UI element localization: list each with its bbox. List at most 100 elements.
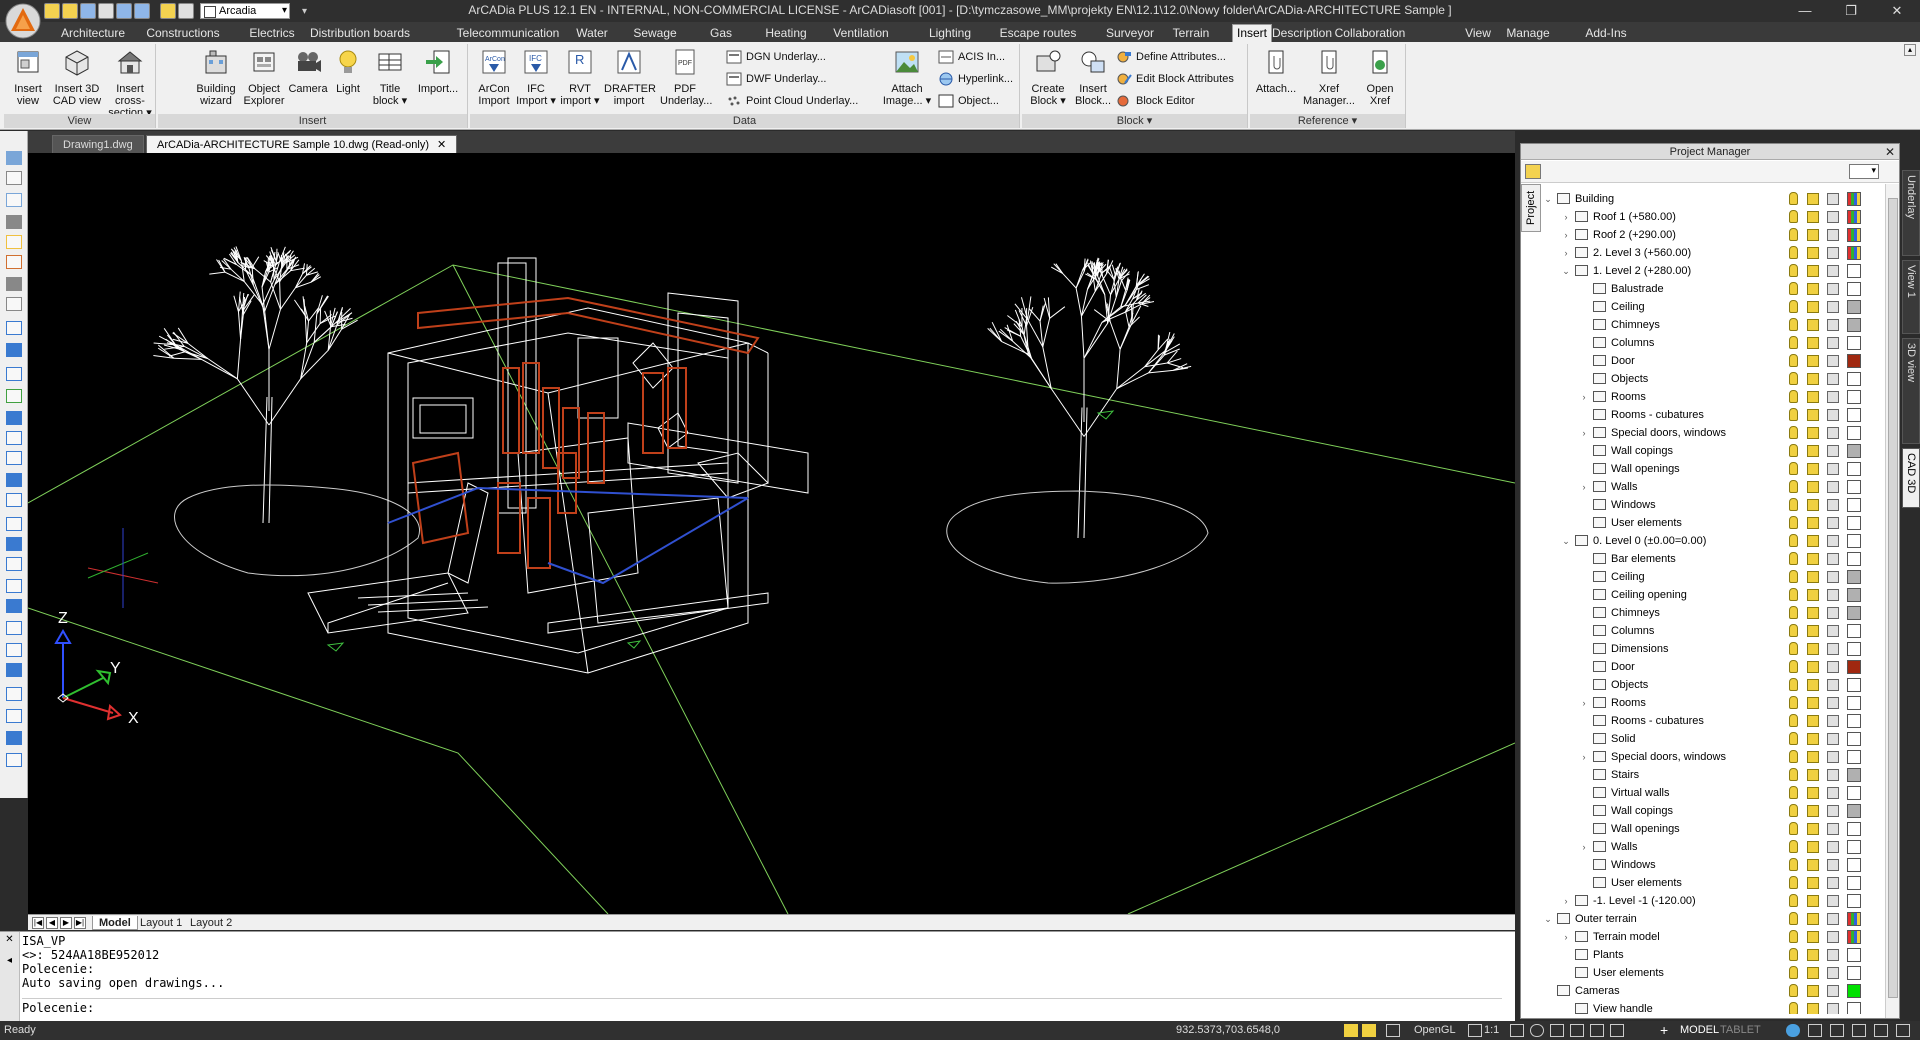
- lock-icon[interactable]: [1807, 823, 1819, 835]
- print-icon[interactable]: [1827, 841, 1839, 853]
- tab-sewage[interactable]: Sewage: [629, 25, 681, 42]
- insert-block-button[interactable]: Insert Block...: [1072, 48, 1114, 107]
- expand-toggle-icon[interactable]: ›: [1579, 748, 1589, 766]
- print-icon[interactable]: [1827, 823, 1839, 835]
- visibility-bulb-icon[interactable]: [1789, 750, 1798, 763]
- lock-icon[interactable]: [1807, 607, 1819, 619]
- expand-toggle-icon[interactable]: ⌄: [1561, 262, 1571, 280]
- layer-icon[interactable]: [178, 3, 194, 19]
- visibility-bulb-icon[interactable]: [1789, 480, 1798, 493]
- side-tab-cad-3d[interactable]: CAD 3D: [1902, 448, 1920, 508]
- color-swatch[interactable]: [1847, 192, 1861, 206]
- lock-icon[interactable]: [1807, 769, 1819, 781]
- tree-item[interactable]: Chimneys: [1543, 604, 1873, 622]
- visibility-bulb-icon[interactable]: [1789, 444, 1798, 457]
- print-icon[interactable]: [1827, 607, 1839, 619]
- fullscreen-icon[interactable]: [1874, 1024, 1888, 1037]
- insert-view-button[interactable]: Insert view: [8, 48, 48, 107]
- close-icon[interactable]: ✕: [1874, 0, 1920, 22]
- print-icon[interactable]: [1827, 769, 1839, 781]
- workspace-select[interactable]: Arcadia: [200, 3, 290, 19]
- tree-item[interactable]: › Roof 2 (+290.00): [1543, 226, 1873, 244]
- tab-heating[interactable]: Heating: [755, 25, 817, 42]
- open-xref-button[interactable]: Open Xref: [1360, 48, 1400, 107]
- lock-icon[interactable]: [1807, 661, 1819, 673]
- expand-toggle-icon[interactable]: ›: [1579, 478, 1589, 496]
- define-attributes-button[interactable]: Define Attributes...: [1116, 48, 1226, 66]
- print-icon[interactable]: [1827, 985, 1839, 997]
- lock-icon[interactable]: [1807, 895, 1819, 907]
- lock-icon[interactable]: [1807, 751, 1819, 763]
- visibility-bulb-icon[interactable]: [1789, 498, 1798, 511]
- command-line-handle[interactable]: ✕ ◂: [0, 932, 20, 1022]
- tree-item[interactable]: Rooms - cubatures: [1543, 712, 1873, 730]
- create-block-button[interactable]: Create Block ▾: [1028, 48, 1068, 107]
- color-swatch[interactable]: [1847, 876, 1861, 890]
- building-wizard-button[interactable]: Building wizard: [194, 48, 238, 107]
- extend-icon[interactable]: [6, 753, 22, 767]
- tree-item[interactable]: Door: [1543, 658, 1873, 676]
- restore-icon[interactable]: ❐: [1828, 0, 1874, 22]
- color-swatch[interactable]: [1847, 930, 1861, 944]
- snap-icon[interactable]: [1344, 1024, 1358, 1037]
- tree-item[interactable]: Ceiling opening: [1543, 586, 1873, 604]
- attach-button[interactable]: Attach...: [1254, 48, 1298, 95]
- tree-item[interactable]: › 2. Level 3 (+560.00): [1543, 244, 1873, 262]
- print-icon[interactable]: [1827, 409, 1839, 421]
- lock-icon[interactable]: [1807, 787, 1819, 799]
- text-icon[interactable]: [6, 599, 22, 613]
- object-button[interactable]: Object...: [938, 92, 999, 110]
- lock-icon[interactable]: [1807, 481, 1819, 493]
- color-swatch[interactable]: [1847, 552, 1861, 566]
- print-icon[interactable]: [1827, 445, 1839, 457]
- tab-layout-1[interactable]: Layout 1: [134, 916, 188, 930]
- color-swatch[interactable]: [1847, 354, 1861, 368]
- move-icon[interactable]: [6, 621, 22, 635]
- color-swatch[interactable]: [1847, 714, 1861, 728]
- print-icon[interactable]: [1827, 499, 1839, 511]
- snap-icon[interactable]: [6, 277, 22, 291]
- drawing-viewport[interactable]: Z Y X: [28, 153, 1515, 914]
- tree-item[interactable]: View handle: [1543, 1000, 1873, 1014]
- lock-icon[interactable]: [1807, 229, 1819, 241]
- visibility-bulb-icon[interactable]: [1789, 354, 1798, 367]
- tree-item[interactable]: Windows: [1543, 856, 1873, 874]
- tree-item[interactable]: Ceiling: [1543, 568, 1873, 586]
- last-tab-icon[interactable]: ▶|: [74, 917, 86, 929]
- print-icon[interactable]: [1827, 751, 1839, 763]
- print-icon[interactable]: [1827, 571, 1839, 583]
- color-swatch[interactable]: [1847, 462, 1861, 476]
- lock-icon[interactable]: [1807, 679, 1819, 691]
- print-icon[interactable]: [1827, 1003, 1839, 1014]
- lock-icon[interactable]: [1807, 715, 1819, 727]
- color-swatch[interactable]: [1847, 210, 1861, 224]
- tab-add-ins[interactable]: Add-Ins: [1579, 25, 1633, 42]
- arcadia-logo-icon[interactable]: [4, 2, 42, 40]
- lock-icon[interactable]: [1807, 967, 1819, 979]
- print-icon[interactable]: [1827, 355, 1839, 367]
- lock-icon[interactable]: [1830, 1024, 1844, 1037]
- print-icon[interactable]: [1827, 337, 1839, 349]
- lock-icon[interactable]: [1807, 553, 1819, 565]
- scale-icon[interactable]: [6, 663, 22, 677]
- arc-icon[interactable]: [6, 493, 22, 507]
- lock-icon[interactable]: [1807, 841, 1819, 853]
- visibility-bulb-icon[interactable]: [1789, 876, 1798, 889]
- color-swatch[interactable]: [1847, 696, 1861, 710]
- lock-icon[interactable]: [1807, 391, 1819, 403]
- tab-architecture[interactable]: Architecture: [54, 25, 132, 42]
- lock-icon[interactable]: [1807, 193, 1819, 205]
- expand-toggle-icon[interactable]: ›: [1579, 838, 1589, 856]
- otrack-icon[interactable]: [1570, 1024, 1584, 1037]
- tree-item[interactable]: Plants: [1543, 946, 1873, 964]
- tree-item[interactable]: Virtual walls: [1543, 784, 1873, 802]
- color-swatch[interactable]: [1847, 228, 1861, 242]
- visibility-bulb-icon[interactable]: [1789, 786, 1798, 799]
- tab-terrain[interactable]: Terrain: [1167, 25, 1215, 42]
- attach-image-button[interactable]: Attach Image... ▾: [880, 48, 934, 107]
- print-icon[interactable]: [1827, 661, 1839, 673]
- print-icon[interactable]: [1827, 265, 1839, 277]
- visibility-bulb-icon[interactable]: [1789, 210, 1798, 223]
- color-swatch[interactable]: [1847, 858, 1861, 872]
- print-icon[interactable]: [1827, 787, 1839, 799]
